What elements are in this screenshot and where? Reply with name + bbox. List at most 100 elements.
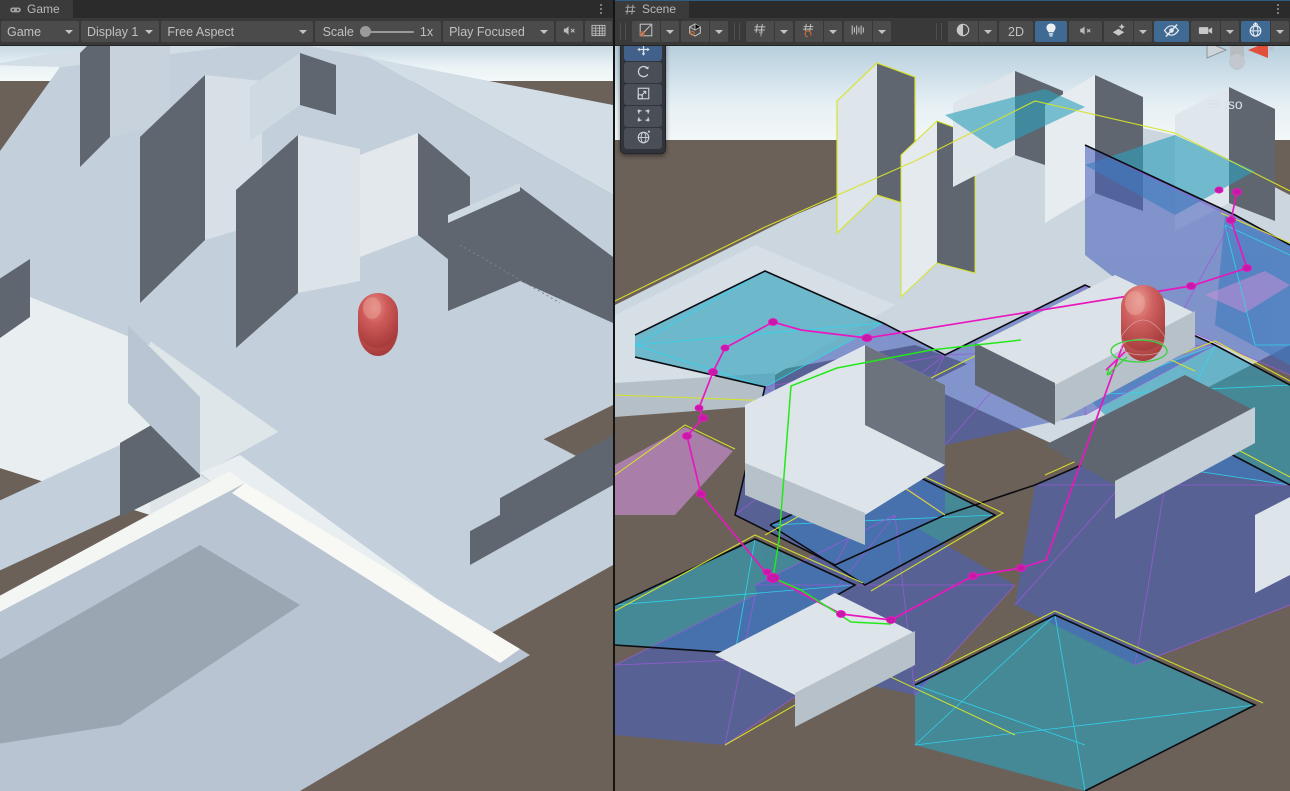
game-target-dropdown[interactable]: Game xyxy=(1,21,79,42)
camera-icon xyxy=(1197,23,1214,40)
scene-visibility-dropdown[interactable] xyxy=(979,21,998,42)
game-playmode-dropdown[interactable]: Play Focused xyxy=(443,21,554,42)
snap-increment-icon xyxy=(850,22,866,41)
scene-effects-control xyxy=(1104,21,1152,42)
gizmos-globe-icon xyxy=(1247,21,1264,42)
scene-visibility-button[interactable] xyxy=(948,21,979,42)
chevron-down-icon xyxy=(1139,29,1147,34)
scene-camera-dropdown[interactable] xyxy=(1221,21,1239,42)
toolbar-separator-3 xyxy=(936,23,943,40)
chevron-down-icon xyxy=(715,29,723,34)
scale-tool[interactable] xyxy=(624,84,662,105)
scene-toolbar: Y 2D xyxy=(615,18,1290,46)
svg-text:Y: Y xyxy=(759,31,764,38)
mute-audio-icon xyxy=(1078,23,1093,41)
game-aspect-dropdown[interactable]: Free Aspect xyxy=(161,21,313,42)
toolbar-separator xyxy=(620,23,626,40)
scene-effects-dropdown[interactable] xyxy=(1134,21,1152,42)
scene-audio-toggle[interactable] xyxy=(1069,21,1102,42)
snap-increment-control xyxy=(844,21,891,42)
game-display-label: Display 1 xyxy=(86,24,139,39)
fx-effects-icon xyxy=(1110,22,1127,41)
shaded-draw-mode-icon xyxy=(638,22,654,41)
unity-editor-window: Game Game Display 1 Free Aspect Scale 1x… xyxy=(0,0,1290,791)
scene-visibility-control xyxy=(948,21,998,42)
game-stats-button[interactable] xyxy=(585,21,612,42)
game-mute-audio-button[interactable] xyxy=(556,21,583,42)
stats-icon xyxy=(591,24,606,40)
rect-transform-icon xyxy=(636,108,651,126)
game-aspect-label: Free Aspect xyxy=(167,24,235,39)
scale-icon xyxy=(636,86,651,104)
scene-camera-button[interactable] xyxy=(1191,21,1220,42)
scene-effects-button[interactable] xyxy=(1104,21,1133,42)
scene-2d-toggle[interactable]: 2D xyxy=(999,21,1033,42)
scene-grid-icon xyxy=(624,3,637,16)
scene-2d-label: 2D xyxy=(1008,24,1024,39)
rotate-tool[interactable] xyxy=(624,62,662,83)
game-tabbar: Game xyxy=(0,0,613,18)
scene-lighting-toggle[interactable] xyxy=(1035,21,1067,42)
grid-axis-button[interactable]: Y xyxy=(746,21,774,42)
game-viewport[interactable] xyxy=(0,45,613,791)
draw-mode-dropdown[interactable] xyxy=(661,21,679,42)
grid-snap-control xyxy=(795,21,842,42)
transform-tool[interactable] xyxy=(624,128,662,149)
eye-slash-icon xyxy=(1163,23,1180,41)
toolbar-separator-2 xyxy=(734,23,740,40)
scene-hidden-objects-toggle[interactable] xyxy=(1154,21,1189,42)
scene-projection-label: Iso xyxy=(1224,96,1243,112)
game-panel-menu-icon[interactable] xyxy=(592,0,610,18)
draw-mode-control xyxy=(632,21,679,42)
gizmo-visibility-dropdown[interactable] xyxy=(710,21,728,42)
game-toolbar: Game Display 1 Free Aspect Scale 1x Play… xyxy=(0,18,613,46)
chevron-down-icon xyxy=(829,29,837,34)
rect-tool[interactable] xyxy=(624,106,662,127)
game-playmode-label: Play Focused xyxy=(449,24,525,39)
gizmo-visibility-button[interactable] xyxy=(681,21,709,42)
player-capsule xyxy=(358,293,398,356)
game-render xyxy=(0,45,613,791)
game-target-label: Game xyxy=(7,24,42,39)
scene-gizmos-button[interactable] xyxy=(1241,21,1270,42)
gamepad-icon xyxy=(9,3,22,16)
game-scale-value: 1x xyxy=(419,24,434,39)
game-panel: Game Game Display 1 Free Aspect Scale 1x… xyxy=(0,0,613,791)
grid-snap-dropdown[interactable] xyxy=(824,21,842,42)
gizmo-visibility-control xyxy=(681,21,728,42)
tab-game[interactable]: Game xyxy=(0,0,73,18)
grid-snap-button[interactable] xyxy=(795,21,823,42)
grid-axis-control: Y xyxy=(746,21,793,42)
scene-projection-toggle[interactable]: Iso xyxy=(1208,96,1243,112)
chevron-down-icon xyxy=(298,29,307,34)
scene-viewport[interactable] xyxy=(615,45,1290,791)
chevron-down-icon xyxy=(1226,29,1234,34)
chevron-down-icon xyxy=(984,29,993,34)
lightbulb-icon xyxy=(1044,22,1058,41)
grid-y-icon: Y xyxy=(752,22,768,41)
snap-increment-dropdown[interactable] xyxy=(873,21,891,42)
scene-gizmos-control xyxy=(1241,21,1289,42)
game-display-dropdown[interactable]: Display 1 xyxy=(80,21,160,42)
scene-gizmos-dropdown[interactable] xyxy=(1271,21,1289,42)
chevron-down-icon xyxy=(1276,29,1284,34)
rotate-icon xyxy=(636,64,651,82)
chevron-down-icon xyxy=(64,29,73,34)
scene-panel: Scene Y 2D Iso xyxy=(615,0,1290,791)
transform-globe-icon xyxy=(636,130,651,148)
scale-slider-track[interactable] xyxy=(359,26,414,38)
scene-panel-menu-icon[interactable] xyxy=(1269,0,1287,18)
game-scale-slider[interactable]: Scale 1x xyxy=(314,21,442,42)
scene-camera-control xyxy=(1191,21,1239,42)
snap-increment-button[interactable] xyxy=(844,21,872,42)
draw-mode-button[interactable] xyxy=(632,21,660,42)
tab-scene[interactable]: Scene xyxy=(615,0,690,18)
scene-visibility-icon xyxy=(954,22,972,41)
grid-axis-dropdown[interactable] xyxy=(775,21,793,42)
scene-render xyxy=(615,45,1290,791)
chevron-down-icon xyxy=(540,29,548,34)
scene-tabbar: Scene xyxy=(615,0,1290,18)
slider-knob[interactable] xyxy=(359,26,371,37)
slider-rail xyxy=(364,30,414,33)
game-scale-label: Scale xyxy=(322,24,354,39)
